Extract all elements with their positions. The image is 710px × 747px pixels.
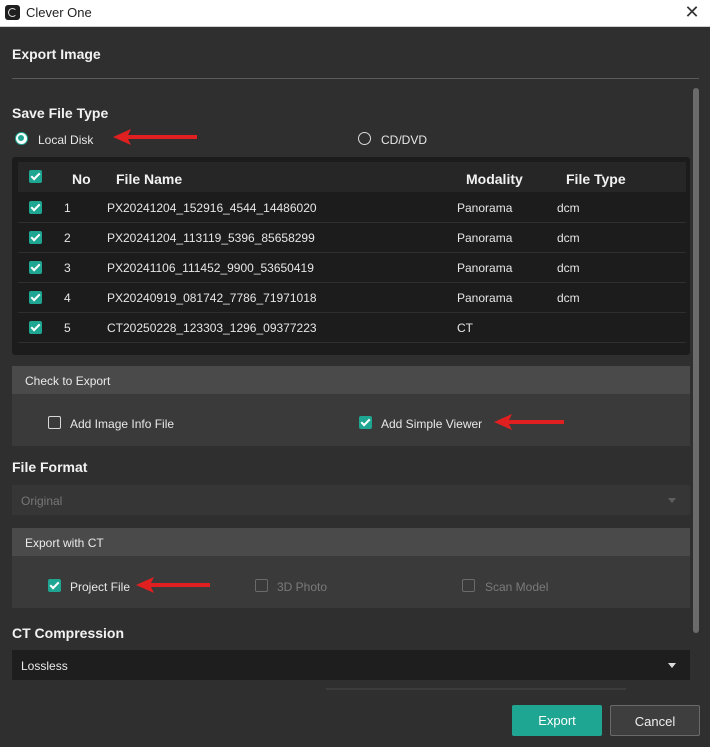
file-format-value: Original (21, 494, 63, 508)
cell-modality: Panorama (457, 231, 513, 245)
cell-file-name: PX20241204_113119_5396_85658299 (107, 231, 315, 245)
table-row[interactable]: 2 PX20241204_113119_5396_85658299 Panora… (18, 223, 686, 253)
table-row[interactable]: 4 PX20240919_081742_7786_71971018 Panora… (18, 283, 686, 313)
row-checkbox[interactable] (29, 261, 42, 274)
cell-no: 5 (64, 321, 71, 335)
red-arrow-icon (113, 129, 197, 145)
row-checkbox[interactable] (29, 291, 42, 304)
file-format-dropdown: Original (12, 485, 690, 515)
cell-no: 3 (64, 261, 71, 275)
table-row[interactable]: 1 PX20241204_152916_4544_14486020 Panora… (18, 193, 686, 223)
cell-modality: Panorama (457, 261, 513, 275)
local-disk-radio[interactable] (15, 132, 28, 145)
check-to-export-title: Check to Export (25, 374, 111, 388)
cd-dvd-radio[interactable] (358, 132, 371, 145)
cell-file-type: dcm (557, 201, 580, 215)
cell-file-type: dcm (557, 291, 580, 305)
divider (12, 78, 699, 79)
3d-photo-label: 3D Photo (277, 580, 328, 594)
export-button[interactable]: Export (512, 705, 602, 736)
row-checkbox[interactable] (29, 201, 42, 214)
table-header: No File Name Modality File Type (18, 162, 686, 192)
row-checkbox[interactable] (29, 231, 42, 244)
horizontal-scrollbar (326, 688, 626, 690)
app-logo-icon (5, 5, 20, 20)
add-image-info-checkbox[interactable] (48, 416, 61, 429)
column-header-modality: Modality (466, 171, 523, 187)
cell-modality: Panorama (457, 291, 513, 305)
column-header-no: No (72, 171, 91, 187)
chevron-down-icon[interactable] (668, 663, 676, 668)
cell-no: 1 (64, 201, 71, 215)
save-file-type-title: Save File Type (12, 105, 109, 121)
cell-file-name: PX20240919_081742_7786_71971018 (107, 291, 317, 305)
table-row[interactable]: 5 CT20250228_123303_1296_09377223 CT (18, 313, 686, 343)
export-with-ct-panel: Project File 3D Photo Scan Model (12, 556, 690, 608)
cd-dvd-label[interactable]: CD/DVD (381, 133, 427, 147)
cell-file-name: PX20241204_152916_4544_14486020 (107, 201, 317, 215)
export-with-ct-header: Export with CT (12, 528, 690, 556)
cell-file-name: PX20241106_111452_9900_53650419 (107, 261, 314, 275)
export-with-ct-title: Export with CT (25, 536, 104, 550)
ct-compression-title: CT Compression (12, 625, 125, 641)
column-header-file-type: File Type (566, 171, 626, 187)
red-arrow-icon (136, 577, 210, 593)
add-simple-viewer-checkbox[interactable] (359, 416, 372, 429)
scrollbar[interactable] (693, 88, 699, 633)
window-title: Clever One (26, 5, 92, 20)
cell-modality: CT (457, 321, 473, 335)
cell-no: 2 (64, 231, 71, 245)
project-file-checkbox[interactable] (48, 579, 61, 592)
check-to-export-header: Check to Export (12, 366, 690, 394)
red-arrow-icon (494, 414, 564, 430)
cell-modality: Panorama (457, 201, 513, 215)
dialog-heading: Export Image (12, 46, 101, 62)
cell-file-type: dcm (557, 231, 580, 245)
scan-model-label: Scan Model (485, 580, 549, 594)
chevron-down-icon (668, 498, 676, 503)
cell-file-type: dcm (557, 261, 580, 275)
ct-compression-dropdown[interactable]: Lossless (12, 650, 690, 680)
row-checkbox[interactable] (29, 321, 42, 334)
select-all-checkbox[interactable] (29, 170, 42, 183)
file-table: No File Name Modality File Type 1 PX2024… (12, 157, 690, 355)
scan-model-checkbox (462, 579, 475, 592)
cell-file-name: CT20250228_123303_1296_09377223 (107, 321, 317, 335)
ct-compression-value: Lossless (21, 659, 68, 673)
table-row[interactable]: 3 PX20241106_111452_9900_53650419 Panora… (18, 253, 686, 283)
file-format-title: File Format (12, 459, 88, 475)
close-icon[interactable]: ✕ (678, 0, 706, 26)
local-disk-label[interactable]: Local Disk (38, 133, 93, 147)
column-header-file-name: File Name (116, 171, 183, 187)
3d-photo-checkbox (255, 579, 268, 592)
project-file-label[interactable]: Project File (70, 580, 130, 594)
check-to-export-panel: Add Image Info File Add Simple Viewer (12, 394, 690, 446)
add-image-info-label[interactable]: Add Image Info File (70, 417, 174, 431)
cancel-button[interactable]: Cancel (610, 705, 700, 736)
add-simple-viewer-label[interactable]: Add Simple Viewer (381, 417, 482, 431)
cell-no: 4 (64, 291, 71, 305)
title-bar: Clever One ✕ (0, 0, 710, 27)
